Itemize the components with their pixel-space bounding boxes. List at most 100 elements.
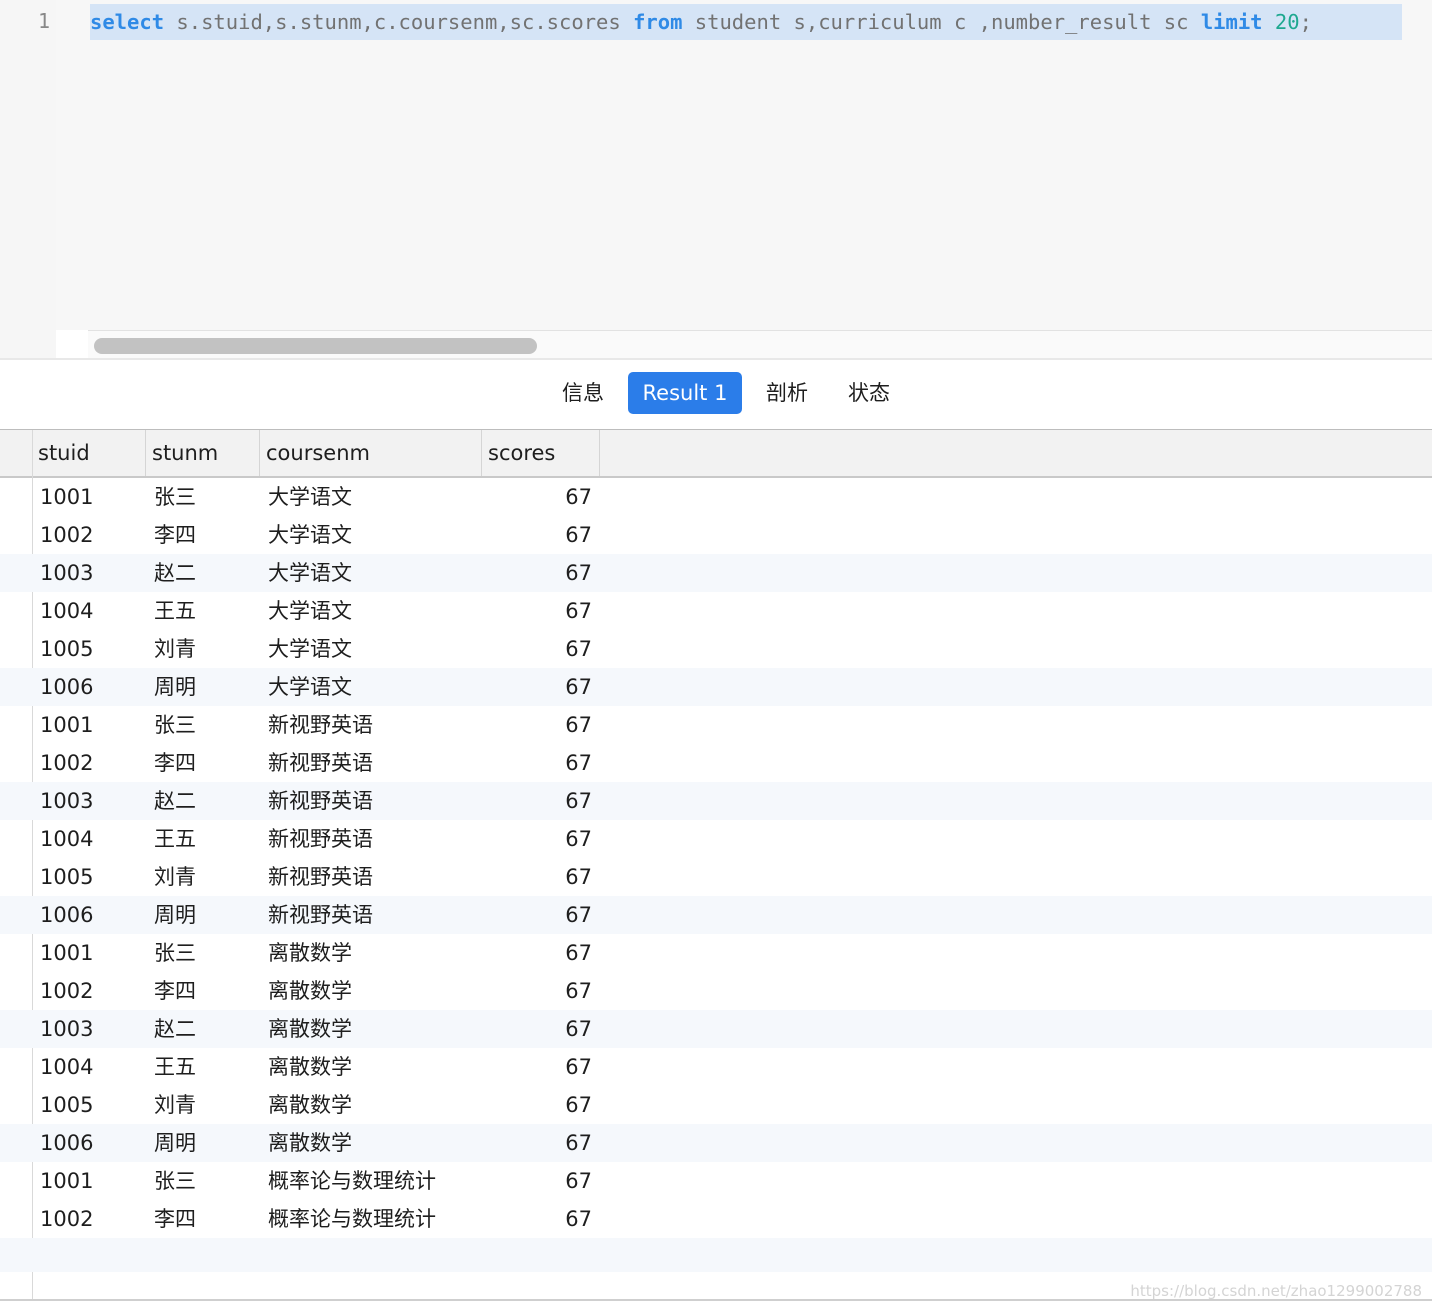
table-row[interactable]: 1001 张三 离散数学 67 bbox=[0, 934, 1432, 972]
cell-stuid[interactable]: 1002 bbox=[40, 1200, 93, 1238]
cell-stunm[interactable]: 周明 bbox=[154, 896, 196, 934]
cell-stunm[interactable]: 张三 bbox=[154, 706, 196, 744]
cell-stuid[interactable]: 1004 bbox=[40, 1048, 93, 1086]
horizontal-scrollbar[interactable] bbox=[88, 330, 1432, 359]
cell-coursenm[interactable]: 离散数学 bbox=[268, 972, 352, 1010]
cell-scores[interactable]: 67 bbox=[482, 934, 592, 972]
table-row[interactable]: 1001 张三 大学语文 67 bbox=[0, 478, 1432, 516]
cell-coursenm[interactable]: 概率论与数理统计 bbox=[268, 1200, 436, 1238]
cell-coursenm[interactable]: 离散数学 bbox=[268, 1010, 352, 1048]
sql-editor[interactable]: 1 select s.stuid,s.stunm,c.coursenm,sc.s… bbox=[0, 0, 1432, 359]
table-row[interactable]: 1006 周明 新视野英语 67 bbox=[0, 896, 1432, 934]
code-area[interactable]: select s.stuid,s.stunm,c.coursenm,sc.sco… bbox=[56, 0, 1432, 330]
column-header-coursenm[interactable]: coursenm bbox=[260, 430, 482, 476]
cell-stuid[interactable]: 1006 bbox=[40, 896, 93, 934]
cell-stunm[interactable]: 王五 bbox=[154, 1048, 196, 1086]
table-row[interactable]: 1002 李四 离散数学 67 bbox=[0, 972, 1432, 1010]
cell-coursenm[interactable]: 离散数学 bbox=[268, 934, 352, 972]
cell-scores[interactable]: 67 bbox=[482, 820, 592, 858]
table-row[interactable]: 1005 刘青 新视野英语 67 bbox=[0, 858, 1432, 896]
table-row[interactable]: 1002 李四 概率论与数理统计 67 bbox=[0, 1200, 1432, 1238]
cell-stuid[interactable]: 1001 bbox=[40, 706, 93, 744]
cell-stunm[interactable]: 周明 bbox=[154, 668, 196, 706]
table-row[interactable]: 1004 王五 新视野英语 67 bbox=[0, 820, 1432, 858]
cell-stuid[interactable]: 1003 bbox=[40, 554, 93, 592]
table-row[interactable]: 1005 刘青 大学语文 67 bbox=[0, 630, 1432, 668]
table-row[interactable]: 1003 赵二 离散数学 67 bbox=[0, 1010, 1432, 1048]
cell-stunm[interactable]: 刘青 bbox=[154, 858, 196, 896]
cell-stuid[interactable]: 1001 bbox=[40, 934, 93, 972]
cell-stunm[interactable]: 李四 bbox=[154, 744, 196, 782]
cell-stuid[interactable]: 1001 bbox=[40, 1162, 93, 1200]
cell-coursenm[interactable]: 离散数学 bbox=[268, 1048, 352, 1086]
column-header-stuid[interactable]: stuid bbox=[32, 430, 146, 476]
table-row[interactable]: 1001 张三 新视野英语 67 bbox=[0, 706, 1432, 744]
table-row[interactable]: 1002 李四 新视野英语 67 bbox=[0, 744, 1432, 782]
cell-stuid[interactable]: 1005 bbox=[40, 858, 93, 896]
cell-scores[interactable]: 67 bbox=[482, 744, 592, 782]
cell-stuid[interactable]: 1005 bbox=[40, 1086, 93, 1124]
cell-scores[interactable]: 67 bbox=[482, 478, 592, 516]
table-row[interactable]: 1006 周明 大学语文 67 bbox=[0, 668, 1432, 706]
table-row[interactable]: 1003 赵二 大学语文 67 bbox=[0, 554, 1432, 592]
tab-profile[interactable]: 剖析 bbox=[752, 372, 822, 414]
cell-scores[interactable]: 67 bbox=[482, 706, 592, 744]
cell-coursenm[interactable]: 离散数学 bbox=[268, 1086, 352, 1124]
table-row[interactable]: 1003 赵二 新视野英语 67 bbox=[0, 782, 1432, 820]
tab-result-1[interactable]: Result 1 bbox=[628, 372, 742, 414]
cell-scores[interactable]: 67 bbox=[482, 1124, 592, 1162]
cell-stunm[interactable]: 赵二 bbox=[154, 1010, 196, 1048]
cell-coursenm[interactable]: 大学语文 bbox=[268, 592, 352, 630]
cell-coursenm[interactable]: 大学语文 bbox=[268, 478, 352, 516]
cell-stuid[interactable]: 1002 bbox=[40, 516, 93, 554]
cell-scores[interactable]: 67 bbox=[482, 1010, 592, 1048]
table-row[interactable]: 1002 李四 大学语文 67 bbox=[0, 516, 1432, 554]
cell-scores[interactable]: 67 bbox=[482, 516, 592, 554]
tab-status[interactable]: 状态 bbox=[834, 372, 904, 414]
cell-stunm[interactable]: 赵二 bbox=[154, 782, 196, 820]
cell-stuid[interactable]: 1003 bbox=[40, 782, 93, 820]
cell-stuid[interactable]: 1001 bbox=[40, 478, 93, 516]
table-row[interactable]: 1006 周明 离散数学 67 bbox=[0, 1124, 1432, 1162]
cell-scores[interactable]: 67 bbox=[482, 858, 592, 896]
cell-coursenm[interactable]: 大学语文 bbox=[268, 516, 352, 554]
cell-stuid[interactable]: 1004 bbox=[40, 592, 93, 630]
cell-coursenm[interactable]: 离散数学 bbox=[268, 1124, 352, 1162]
cell-stunm[interactable]: 李四 bbox=[154, 1200, 196, 1238]
cell-coursenm[interactable]: 大学语文 bbox=[268, 668, 352, 706]
tab-info[interactable]: 信息 bbox=[548, 372, 618, 414]
cell-coursenm[interactable]: 大学语文 bbox=[268, 630, 352, 668]
table-row[interactable]: 1004 王五 离散数学 67 bbox=[0, 1048, 1432, 1086]
cell-scores[interactable]: 67 bbox=[482, 896, 592, 934]
cell-stunm[interactable]: 张三 bbox=[154, 1162, 196, 1200]
cell-stuid[interactable]: 1005 bbox=[40, 630, 93, 668]
table-row[interactable]: 1001 张三 概率论与数理统计 67 bbox=[0, 1162, 1432, 1200]
cell-stunm[interactable]: 李四 bbox=[154, 972, 196, 1010]
cell-stuid[interactable]: 1002 bbox=[40, 744, 93, 782]
cell-coursenm[interactable]: 大学语文 bbox=[268, 554, 352, 592]
cell-stuid[interactable]: 1006 bbox=[40, 1124, 93, 1162]
cell-stunm[interactable]: 王五 bbox=[154, 820, 196, 858]
cell-stunm[interactable]: 刘青 bbox=[154, 1086, 196, 1124]
cell-stuid[interactable]: 1002 bbox=[40, 972, 93, 1010]
cell-coursenm[interactable]: 新视野英语 bbox=[268, 744, 373, 782]
cell-stunm[interactable]: 李四 bbox=[154, 516, 196, 554]
cell-coursenm[interactable]: 概率论与数理统计 bbox=[268, 1162, 436, 1200]
cell-stunm[interactable]: 周明 bbox=[154, 1124, 196, 1162]
cell-stunm[interactable]: 张三 bbox=[154, 478, 196, 516]
cell-scores[interactable]: 67 bbox=[482, 782, 592, 820]
cell-coursenm[interactable]: 新视野英语 bbox=[268, 820, 373, 858]
cell-scores[interactable]: 67 bbox=[482, 554, 592, 592]
cell-stuid[interactable]: 1004 bbox=[40, 820, 93, 858]
scrollbar-thumb[interactable] bbox=[94, 338, 537, 354]
cell-stunm[interactable]: 刘青 bbox=[154, 630, 196, 668]
cell-coursenm[interactable]: 新视野英语 bbox=[268, 782, 373, 820]
sql-code-line[interactable]: select s.stuid,s.stunm,c.coursenm,sc.sco… bbox=[90, 4, 1402, 40]
cell-scores[interactable]: 67 bbox=[482, 1200, 592, 1238]
cell-coursenm[interactable]: 新视野英语 bbox=[268, 706, 373, 744]
cell-stuid[interactable]: 1003 bbox=[40, 1010, 93, 1048]
cell-stunm[interactable]: 王五 bbox=[154, 592, 196, 630]
column-header-stunm[interactable]: stunm bbox=[146, 430, 260, 476]
cell-scores[interactable]: 67 bbox=[482, 972, 592, 1010]
cell-stuid[interactable]: 1006 bbox=[40, 668, 93, 706]
